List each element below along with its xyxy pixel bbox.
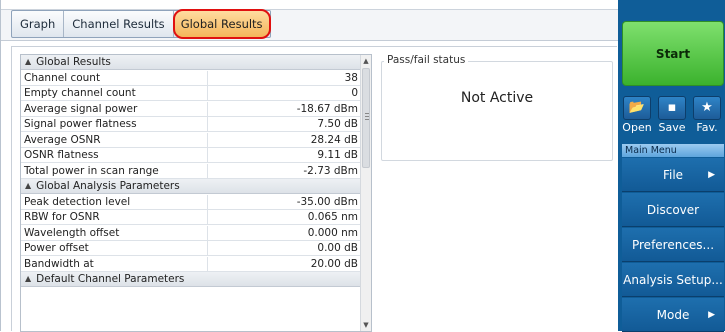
tab-strip: Graph Channel Results Global Results xyxy=(11,9,271,39)
tab-global-results[interactable]: Global Results xyxy=(172,9,271,39)
pass-fail-title: Pass/fail status xyxy=(384,54,469,66)
section-label: Default Channel Parameters xyxy=(36,273,185,285)
pass-fail-status: Not Active xyxy=(460,90,534,106)
folder-icon[interactable]: 📂 xyxy=(623,96,651,120)
grid-row: Peak detection level -35.00 dBm xyxy=(21,194,362,210)
result-value: -2.73 dBm xyxy=(303,164,358,177)
result-label: Bandwidth at xyxy=(24,257,94,270)
start-button[interactable]: Start xyxy=(622,21,724,86)
result-label: Power offset xyxy=(24,242,89,254)
column-divider xyxy=(207,70,208,86)
result-label: RBW for OSNR xyxy=(24,211,100,223)
menu-item-preferences[interactable]: Preferences... xyxy=(622,228,724,262)
column-divider xyxy=(207,241,208,256)
column-divider xyxy=(207,256,208,272)
result-label: Peak detection level xyxy=(24,195,131,208)
scroll-down-icon[interactable]: ▼ xyxy=(361,319,371,331)
section-title: ▲ Global Results xyxy=(25,55,111,70)
result-label: Signal power flatness xyxy=(24,118,137,130)
submenu-arrow-icon: ▶ xyxy=(708,310,715,320)
result-value: 20.00 dB xyxy=(310,257,358,270)
result-label: Wavelength offset xyxy=(24,226,120,239)
column-divider xyxy=(207,225,208,241)
grid-row: Channel count 38 xyxy=(21,70,362,86)
results-content: ▲ Global Results Channel count 38 Empty chan… xyxy=(11,46,617,332)
grid-row: RBW for OSNR 0.065 nm xyxy=(21,210,362,225)
grid-row: Empty channel count 0 xyxy=(21,86,362,101)
column-divider xyxy=(207,163,208,179)
column-divider xyxy=(207,132,208,148)
menu-item-label: File xyxy=(662,168,684,182)
collapse-caret-icon[interactable]: ▲ xyxy=(25,55,31,69)
collapse-caret-icon[interactable]: ▲ xyxy=(25,178,31,193)
main-area: Graph Channel Results Global Results ▲ Gl… xyxy=(0,0,618,332)
menu-item-file[interactable]: File ▶ xyxy=(622,158,724,192)
main-menu-header: Main Menu xyxy=(622,144,724,157)
column-divider xyxy=(207,210,208,225)
result-label: Channel count xyxy=(24,71,101,84)
fav-label[interactable]: Fav. xyxy=(689,121,725,134)
quick-actions: 📂 ▪ ★ Open Save Fav. xyxy=(618,96,725,144)
result-label: Empty channel count xyxy=(24,87,136,99)
submenu-arrow-icon: ▶ xyxy=(708,170,715,180)
result-value: 28.24 dB xyxy=(310,133,358,146)
result-value: 9.11 dB xyxy=(317,149,358,161)
section-title: ▲ Default Channel Parameters xyxy=(25,272,184,287)
grid-row: Average signal power -18.67 dBm xyxy=(21,101,362,117)
menu-item-label: Preferences... xyxy=(631,238,715,252)
menu-item-analysis-setup[interactable]: Analysis Setup... xyxy=(622,263,724,297)
open-label[interactable]: Open xyxy=(619,121,655,134)
menu-item-label: Discover xyxy=(646,203,700,217)
star-icon[interactable]: ★ xyxy=(693,96,721,120)
scroll-up-icon[interactable]: ▲ xyxy=(361,55,371,67)
result-label: Total power in scan range xyxy=(24,164,159,177)
column-divider xyxy=(207,148,208,163)
grid-row: Average OSNR 28.24 dB xyxy=(21,132,362,148)
grid-row: Signal power flatness 7.50 dB xyxy=(21,117,362,132)
grid-row: OSNR flatness 9.11 dB xyxy=(21,148,362,163)
result-value: 0 xyxy=(351,87,358,99)
result-value: -35.00 dBm xyxy=(296,195,358,208)
grid-section-header[interactable]: ▲ Global Analysis Parameters xyxy=(21,179,362,194)
section-label: Global Analysis Parameters xyxy=(36,180,180,192)
section-title: ▲ Global Analysis Parameters xyxy=(25,179,180,194)
result-value: -18.67 dBm xyxy=(296,102,358,115)
menu-item-label: Mode xyxy=(656,308,690,322)
menu-item-discover[interactable]: Discover xyxy=(622,193,724,227)
column-divider xyxy=(207,194,208,210)
menu-item-label: Analysis Setup... xyxy=(623,273,723,287)
grid-section-header[interactable]: ▲ Global Results xyxy=(21,55,362,70)
grid-row: Wavelength offset 0.000 nm xyxy=(21,225,362,241)
grid-scrollbar[interactable]: ▲ ▼ xyxy=(360,55,371,331)
section-label: Global Results xyxy=(36,56,111,68)
result-value: 0.065 nm xyxy=(307,211,358,223)
column-divider xyxy=(207,86,208,101)
menu-item-mode[interactable]: Mode ▶ xyxy=(622,298,724,332)
tab-channel-results[interactable]: Channel Results xyxy=(64,11,174,37)
result-value: 7.50 dB xyxy=(317,118,358,130)
result-label: Average OSNR xyxy=(24,133,101,146)
collapse-caret-icon[interactable]: ▲ xyxy=(25,271,31,286)
global-results-grid: ▲ Global Results Channel count 38 Empty chan… xyxy=(20,54,372,332)
result-value: 38 xyxy=(344,71,358,84)
grid-row: Total power in scan range -2.73 dBm xyxy=(21,163,362,179)
grid-row: Power offset 0.00 dB xyxy=(21,241,362,256)
result-value: 0.00 dB xyxy=(317,242,358,254)
grid-section-header[interactable]: ▲ Default Channel Parameters xyxy=(21,272,362,287)
result-label: OSNR flatness xyxy=(24,149,99,161)
save-label[interactable]: Save xyxy=(654,121,690,134)
column-divider xyxy=(207,117,208,132)
grid-row: Bandwidth at 20.00 dB xyxy=(21,256,362,272)
tab-graph[interactable]: Graph xyxy=(12,11,65,37)
pass-fail-panel: Pass/fail status Not Active xyxy=(381,54,613,161)
result-value: 0.000 nm xyxy=(307,226,358,239)
save-icon[interactable]: ▪ xyxy=(658,96,686,120)
result-label: Average signal power xyxy=(24,102,138,115)
right-sidebar: Start 📂 ▪ ★ Open Save Fav. Main Menu Fil… xyxy=(618,0,725,332)
column-divider xyxy=(207,101,208,117)
scroll-thumb[interactable] xyxy=(362,68,370,168)
